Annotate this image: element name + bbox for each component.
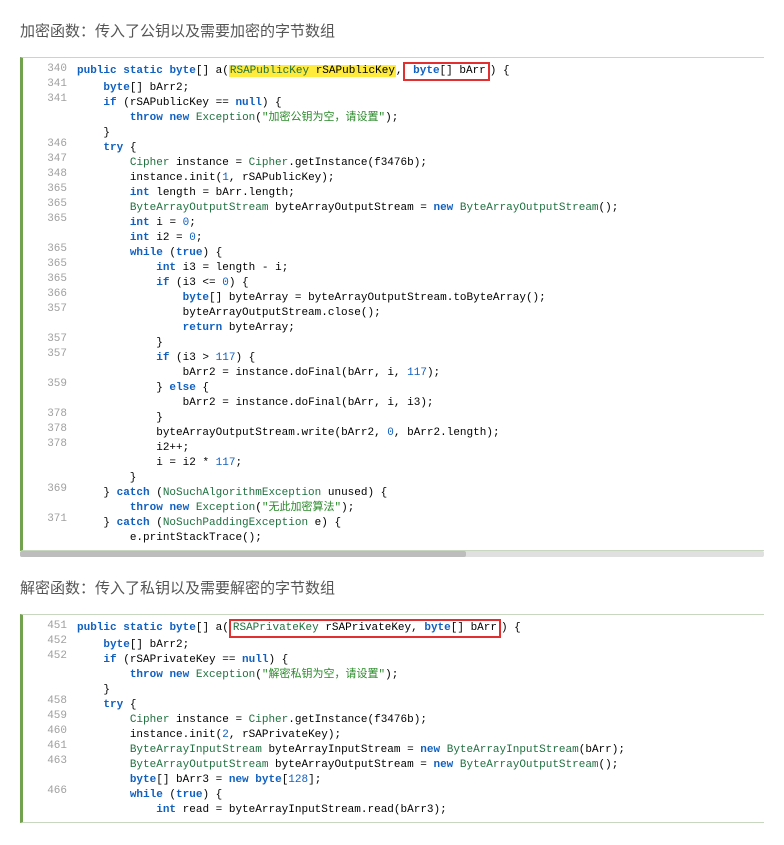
redbox-param-private: RSAPrivateKey rSAPrivateKey, byte[] bArr: [229, 619, 501, 638]
gutter-encrypt: 340341341 346347348365365365 36536536536…: [23, 58, 73, 550]
gutter-decrypt: 451452452 458459460461463 466: [23, 615, 73, 822]
code-decrypt: public static byte[] a(RSAPrivateKey rSA…: [73, 615, 764, 822]
section-title-encrypt: 加密函数：传入了公钥以及需要加密的字节数组: [20, 20, 764, 41]
section-title-decrypt: 解密函数：传入了私钥以及需要解密的字节数组: [20, 577, 764, 598]
highlight-rsapublickey: RSAPublicKey rSAPublicKey: [229, 65, 396, 77]
scrollbar-hint: [20, 551, 764, 557]
code-encrypt: public static byte[] a(RSAPublicKey rSAP…: [73, 58, 764, 550]
redbox-param-bytearr: byte[] bArr: [403, 62, 490, 81]
code-block-encrypt: 340341341 346347348365365365 36536536536…: [20, 57, 764, 551]
code-block-decrypt: 451452452 458459460461463 466 public sta…: [20, 614, 764, 823]
